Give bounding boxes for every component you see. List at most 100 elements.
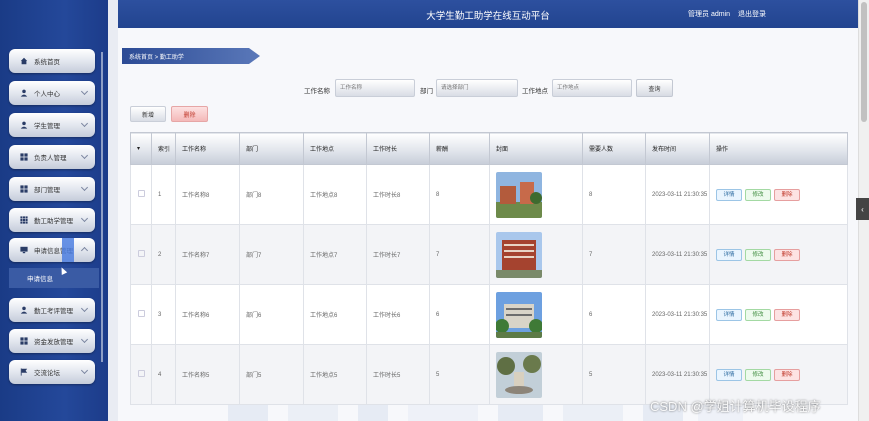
work-place-input[interactable] <box>552 79 632 97</box>
sidebar-item-departments[interactable]: 部门管理 <box>9 177 95 201</box>
cell-work-hours: 工作时长8 <box>366 164 430 225</box>
row-checkbox[interactable] <box>138 310 145 317</box>
cover-image <box>496 291 542 338</box>
detail-button[interactable]: 详情 <box>716 368 742 381</box>
sidebar-item-evaluations[interactable]: 勤工考评管理 <box>9 298 95 322</box>
sidebar-item-label: 部门管理 <box>34 187 60 194</box>
table-row: 2 工作名称7 部门7 工作地点7 工作时长7 7 7 2023-03-11 2… <box>130 224 848 285</box>
cell-actions: 详情 修改 删除 <box>709 284 848 345</box>
table-row: 1 工作名称8 部门8 工作地点8 工作时长8 8 8 2023-03-11 2… <box>130 164 848 225</box>
sidebar-item-label: 勤工考评管理 <box>34 308 73 315</box>
home-icon <box>19 57 28 66</box>
breadcrumb-text: 系统首页 > 勤工助学 <box>129 54 184 61</box>
chevron-down-icon <box>80 366 89 375</box>
sidebar-item-label: 资金发放管理 <box>34 339 73 346</box>
sidebar-scroll-track[interactable] <box>101 52 103 362</box>
row-delete-button[interactable]: 删除 <box>774 188 800 201</box>
col-need-count: 需要人数 <box>582 132 646 165</box>
sidebar-item-forum[interactable]: 交流论坛 <box>9 360 95 384</box>
filter-dept-label: 部门 <box>420 88 433 95</box>
sidebar-item-label: 个人中心 <box>34 91 60 98</box>
chevron-down-icon <box>80 151 89 160</box>
select-all-header[interactable]: ▾ <box>130 132 152 165</box>
logout-link[interactable]: 退出登录 <box>738 9 766 19</box>
edit-button[interactable]: 修改 <box>745 308 771 321</box>
grid-icon <box>19 216 28 225</box>
cover-image <box>496 171 542 218</box>
cell-work-name: 工作名称5 <box>175 344 240 405</box>
person-icon <box>19 306 28 315</box>
sidebar-item-personal-center[interactable]: 个人中心 <box>9 81 95 105</box>
work-name-input[interactable] <box>335 79 415 97</box>
sidebar-item-work-study[interactable]: 勤工助学管理 <box>9 208 95 232</box>
breadcrumb: 系统首页 > 勤工助学 <box>122 48 260 64</box>
cell-publish-time: 2023-03-11 21:30:35 <box>645 224 710 285</box>
sidebar-item-applications[interactable]: 申请信息管理 <box>9 238 95 262</box>
row-checkbox[interactable] <box>138 370 145 377</box>
filter-place-label: 工作地点 <box>522 88 548 95</box>
col-publish-time: 发布时间 <box>645 132 710 165</box>
row-delete-button[interactable]: 删除 <box>774 248 800 261</box>
person-icon <box>19 121 28 130</box>
cell-work-place: 工作地点6 <box>303 284 367 345</box>
row-delete-button[interactable]: 删除 <box>774 368 800 381</box>
chevron-up-icon <box>80 246 89 255</box>
sidebar-item-label: 交流论坛 <box>34 370 60 377</box>
cell-pay: 5 <box>429 344 490 405</box>
department-select[interactable] <box>436 79 518 97</box>
main-content: 系统首页 > 勤工助学 工作名称 部门 工作地点 查询 新增 删除 ▾ 索引 工… <box>118 28 858 421</box>
query-button[interactable]: 查询 <box>636 79 673 97</box>
cell-work-place: 工作地点5 <box>303 344 367 405</box>
delete-button[interactable]: 删除 <box>171 106 208 122</box>
col-actions: 操作 <box>709 132 848 165</box>
monitor-icon <box>19 246 28 255</box>
edit-button[interactable]: 修改 <box>745 248 771 261</box>
filter-name-label: 工作名称 <box>304 88 330 95</box>
row-delete-button[interactable]: 删除 <box>774 308 800 321</box>
col-department: 部门 <box>239 132 304 165</box>
sidebar-item-funds[interactable]: 资金发放管理 <box>9 329 95 353</box>
person-icon <box>19 89 28 98</box>
sidebar-item-label: 勤工助学管理 <box>34 218 73 225</box>
cell-work-name: 工作名称7 <box>175 224 240 285</box>
submenu-item-applications[interactable]: 申请信息 <box>9 268 99 288</box>
scrollbar-thumb[interactable] <box>861 2 867 122</box>
cell-department: 部门8 <box>239 164 304 225</box>
flag-icon <box>19 368 28 377</box>
grid-icon <box>19 337 28 346</box>
cover-image <box>496 231 542 278</box>
cell-work-hours: 工作时长7 <box>366 224 430 285</box>
cell-index: 3 <box>151 284 176 345</box>
cell-pay: 7 <box>429 224 490 285</box>
detail-button[interactable]: 详情 <box>716 308 742 321</box>
grid-icon <box>19 153 28 162</box>
sidebar-item-label: 学生管理 <box>34 123 60 130</box>
cell-cover <box>489 224 583 285</box>
row-checkbox[interactable] <box>138 190 145 197</box>
cell-work-hours: 工作时长6 <box>366 284 430 345</box>
col-work-name: 工作名称 <box>175 132 240 165</box>
chevron-down-icon <box>80 335 89 344</box>
col-pay: 薪酬 <box>429 132 490 165</box>
chevron-down-icon <box>80 304 89 313</box>
detail-button[interactable]: 详情 <box>716 188 742 201</box>
work-study-table: ▾ 索引 工作名称 部门 工作地点 工作时长 薪酬 封面 需要人数 发布时间 操… <box>130 132 848 405</box>
cell-cover <box>489 344 583 405</box>
chevron-down-icon <box>80 119 89 128</box>
sidebar-item-home[interactable]: 系统首页 <box>9 49 95 73</box>
col-work-place: 工作地点 <box>303 132 367 165</box>
sidebar-item-managers[interactable]: 负责人管理 <box>9 145 95 169</box>
edit-button[interactable]: 修改 <box>745 188 771 201</box>
col-cover: 封面 <box>489 132 583 165</box>
cell-index: 4 <box>151 344 176 405</box>
edit-button[interactable]: 修改 <box>745 368 771 381</box>
cell-department: 部门7 <box>239 224 304 285</box>
cell-work-place: 工作地点8 <box>303 164 367 225</box>
add-button[interactable]: 新增 <box>130 106 166 122</box>
detail-button[interactable]: 详情 <box>716 248 742 261</box>
row-checkbox[interactable] <box>138 250 145 257</box>
collapse-panel-toggle[interactable]: ‹ <box>856 198 869 220</box>
chevron-down-icon <box>80 183 89 192</box>
cell-department: 部门6 <box>239 284 304 345</box>
sidebar-item-students[interactable]: 学生管理 <box>9 113 95 137</box>
